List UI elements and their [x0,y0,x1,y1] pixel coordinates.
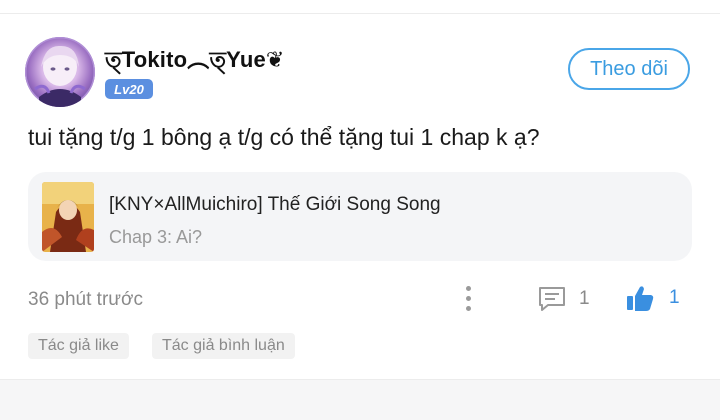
story-card[interactable]: [KNY×AllMuichiro] Thế Giới Song Song Cha… [28,172,692,261]
tag-author-liked: Tác giả like [28,333,129,359]
timestamp: 36 phút trước [28,289,143,310]
next-item-divider [0,379,720,420]
like-button[interactable]: 1 [625,283,680,313]
thumbs-up-icon [627,286,654,311]
comment-bubble-icon [539,287,565,311]
more-options-button[interactable] [458,284,480,314]
like-count: 1 [669,287,680,308]
story-cover-image [42,182,94,252]
comment-text: tui tặng t/g 1 bông ạ t/g có thể tặng tu… [28,124,540,150]
story-title: [KNY×AllMuichiro] Thế Giới Song Song [109,194,441,215]
story-chapter: Chap 3: Ai? [109,227,203,247]
avatar[interactable] [25,37,95,107]
level-badge: Lv20 [105,79,153,99]
reply-count: 1 [579,288,590,309]
reply-button[interactable]: 1 [537,284,590,314]
tag-author-commented: Tác giả bình luận [152,333,295,359]
top-divider [0,13,720,14]
username[interactable]: ত্Tokito︵ত্Yue❦ [105,42,285,80]
avatar-image [25,37,95,107]
follow-button[interactable]: Theo dõi [568,48,690,90]
vertical-dots-icon [466,286,471,291]
